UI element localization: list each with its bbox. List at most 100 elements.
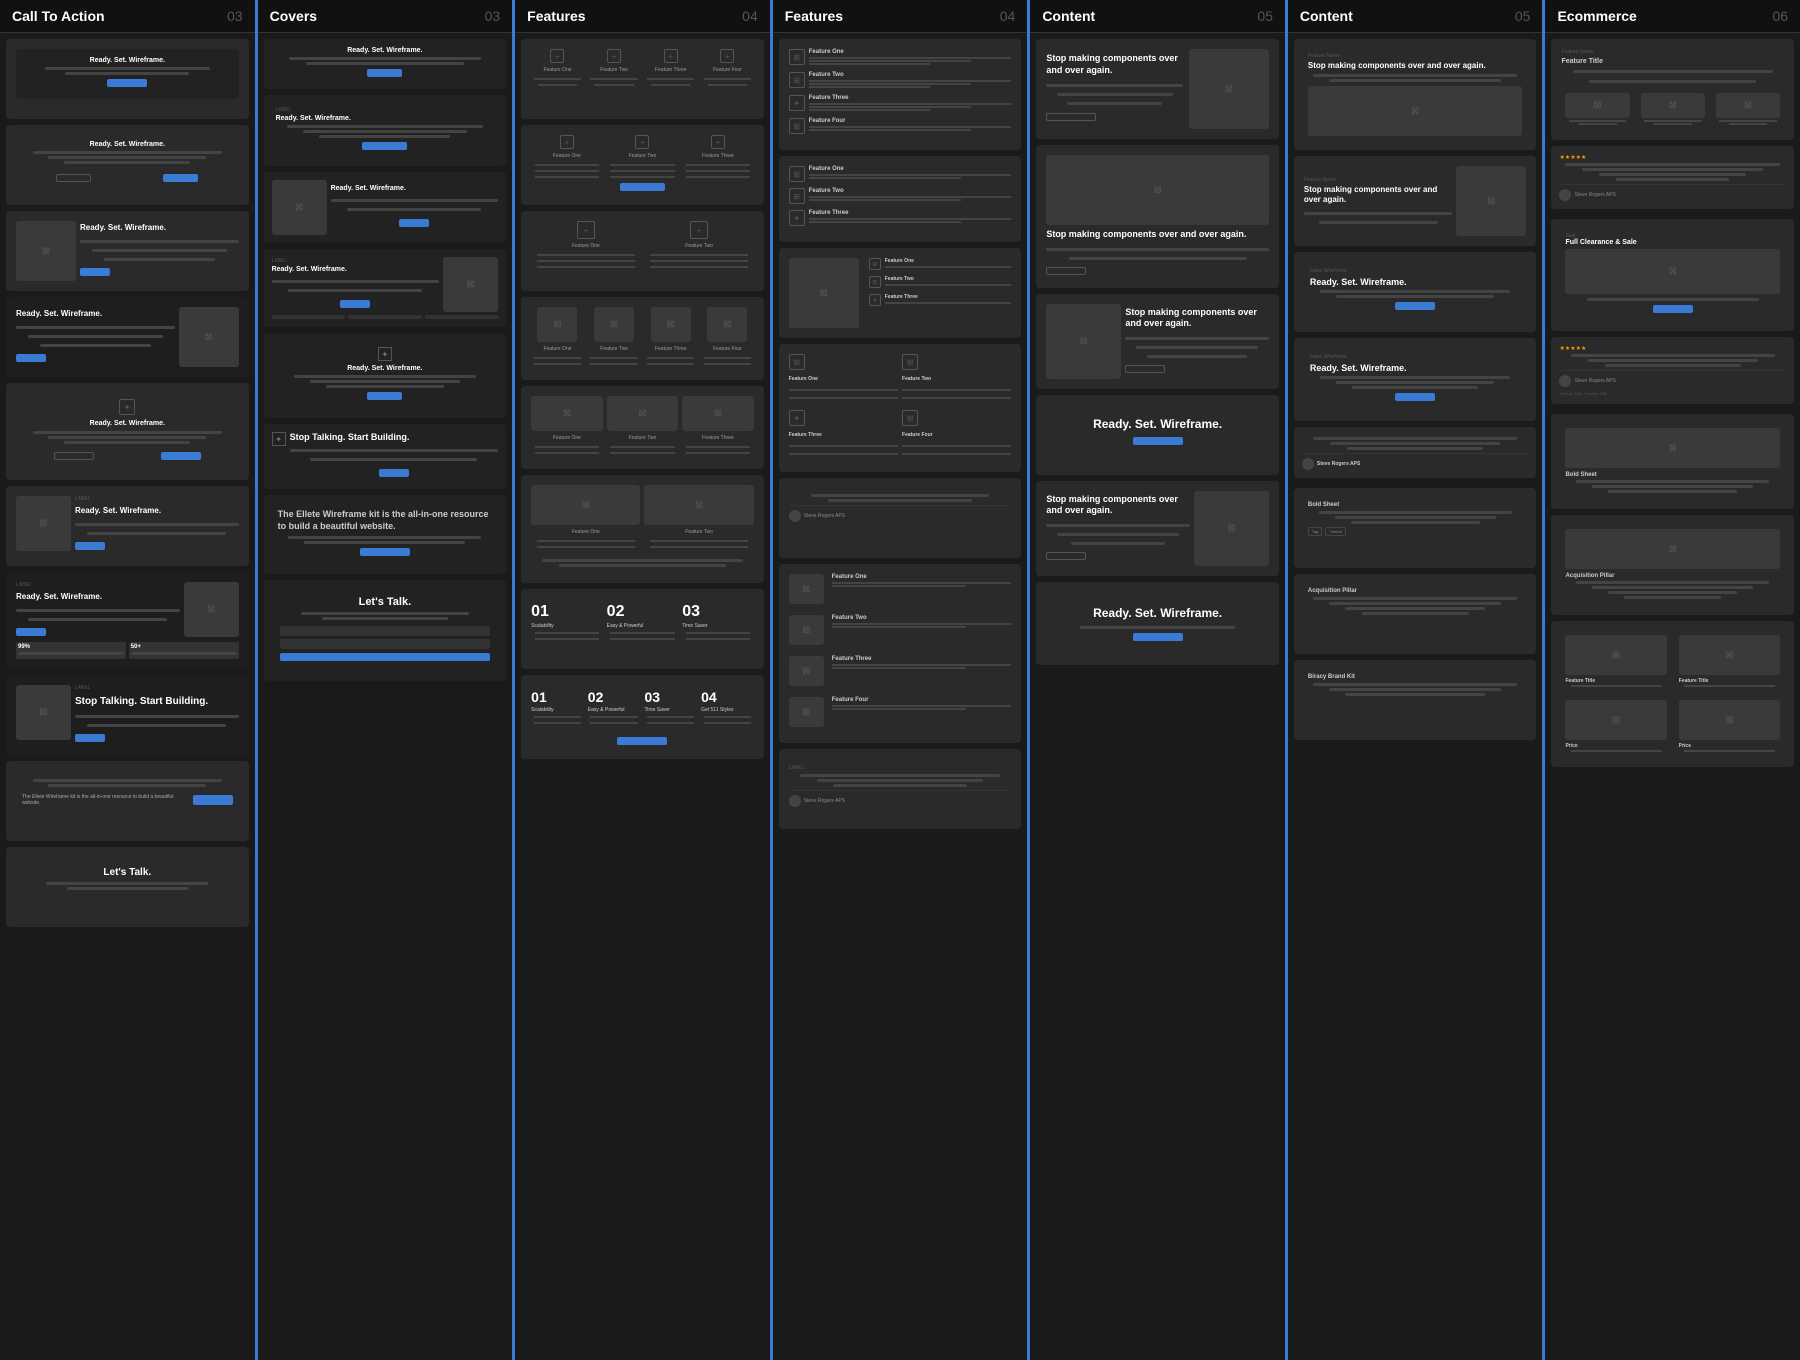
feat-large-desc-4b [832,708,967,710]
content2-btn-3[interactable] [1395,302,1435,310]
cover-8-input-1[interactable] [280,626,491,636]
feat-list-content-1: Feature One [809,49,1012,66]
cta-btn-6[interactable] [75,542,105,550]
feat-large-img-1 [789,574,824,604]
cover-4-image [443,257,498,312]
ecomm-grid-img-3 [1565,700,1666,740]
cta-btn-3[interactable] [80,268,110,276]
cta-elite-btn[interactable] [193,795,233,805]
cta-outline-5[interactable] [54,452,94,460]
cover-5-text-c [326,385,444,388]
cover-2-btn[interactable] [362,142,407,150]
feat-img-list-icon-3: ✦ [869,294,881,306]
cover-6-text: Stop Talking. Start Building. [290,432,499,481]
ecomm-prod-img-2 [1641,93,1705,118]
features-card-5: Feature One Feature Two Feature Three [521,386,764,469]
cover-4-line-b [288,289,422,292]
feat-img-1 [537,307,577,342]
feat-list-content-3: Feature Three [809,95,1012,112]
feat-icon-2 [607,49,621,63]
cover-6-btn[interactable] [379,469,409,477]
content-card-2-row: Stop making components over and over aga… [1046,229,1269,278]
feat-2col-desc-2a [902,389,1011,391]
features-card-2-btn[interactable] [620,183,665,191]
ecomm-sale-btn[interactable] [1653,305,1693,313]
cover-7-btn[interactable] [360,548,410,556]
num4-text-1a [534,716,581,718]
feat-3a-text-2c [610,176,674,178]
content2-card-2: Feature Name Stop making components over… [1294,156,1537,246]
feat-large-desc-3a [832,664,1012,666]
content-cta-title: Ready. Set. Wireframe. [1054,417,1261,431]
cta-desc-5b [48,436,206,439]
ecomm-bold-img [1565,428,1780,468]
cover-5-btn[interactable] [367,392,402,400]
cover-4-btn[interactable] [340,300,370,308]
cover-4-tag: LABEL [272,258,440,264]
ecomm-bold-text-c [1608,490,1737,493]
feat-list2-desc-1b [809,177,961,179]
cover-8-submit[interactable] [280,653,491,661]
feat-img-3 [651,307,691,342]
cta-elite-text-a [33,779,223,782]
ecomm-review-label-2: Feature Title [1585,391,1607,396]
cta-solid-5[interactable] [161,452,201,460]
ecomm-review-divider-2 [1559,370,1786,371]
content-btn-3[interactable] [1125,365,1165,373]
cover-3-text: Ready. Set. Wireframe. [331,180,499,235]
num4-text-4b [704,722,751,724]
cta-outline-btn[interactable] [56,174,91,182]
cover-3-line-a [331,199,499,202]
feat-list-icon-2: ⊞ [789,72,805,88]
cta-buttons-2 [22,170,233,186]
content-cta-inner: Ready. Set. Wireframe. [1046,405,1269,457]
content-btn-1[interactable] [1046,113,1096,121]
feat-list-icon-4: ⊞ [789,118,805,134]
feat-list2-item-2: ⊞ Feature Two [789,188,1012,204]
feat-2col-icon-4: ⊞ [902,410,918,426]
cta-btn-4[interactable] [16,354,46,362]
feat-large-desc-2b [832,626,967,628]
feat-text-1a [534,78,581,80]
content2-acquisition: Acquisition Pillar [1294,574,1537,654]
ecomm-sale-title: Full Clearance & Sale [1565,239,1780,246]
feat-list-card-2: ⊞ Feature One ⊞ Feature Two [779,156,1022,242]
content2-btn-4[interactable] [1395,393,1435,401]
ecomm-grid-prod-1: Feature Title [1561,631,1670,692]
content2-text-4a [1320,376,1510,379]
cover-3-btn[interactable] [399,219,429,227]
feat-list-card-1: ⊞ Feature One ⊞ Feature Two [779,39,1022,150]
content-heading-5: Stop making components over and over aga… [1046,494,1190,517]
features-nums-btn[interactable] [617,737,667,745]
feat-label-4: Feature Four [713,67,742,73]
feat-2col-icon-2: ⊞ [902,354,918,370]
cover-8-input-2[interactable] [280,639,491,649]
ecomm-bold-name: Bold Sheet [1565,472,1780,478]
cover-1-title: Ready. Set. Wireframe. [272,47,499,54]
ecomm-stars-2: ★★★★★ [1559,345,1786,352]
cta-btn-7[interactable] [16,628,46,636]
cta-btn-8[interactable] [75,734,105,742]
content2-acq-text-b [1329,602,1501,605]
cover-1-btn[interactable] [367,69,402,77]
feat-list-desc-2a [809,80,1012,82]
col-content-features-2: ⊞ Feature One ⊞ Feature Two [773,33,1028,835]
features-img-grid-2: Feature One Feature Two [531,485,754,549]
cover-8: Let's Talk. [264,580,507,681]
content-final-btn[interactable] [1133,633,1183,641]
cta-solid-btn[interactable] [163,174,198,182]
num4-title-4: Get 511 Styles [701,707,754,713]
content-btn-2[interactable] [1046,267,1086,275]
cta-btn-1[interactable] [107,79,147,87]
cta-card-2: Ready. Set. Wireframe. [6,125,249,205]
feat-3b-text-2a [610,446,674,448]
feat-img-label-4: Feature Four [713,346,742,352]
features-grid-4: Feature One Feature Two Feature Three [531,49,754,87]
features-card-2: Feature One Feature Two Feat [521,125,764,205]
content-cta-btn[interactable] [1133,437,1183,445]
feat-list-desc-2b [809,83,971,85]
content2-img-1 [1308,86,1523,136]
ecomm-acq-name: Acquisition Pillar [1565,573,1780,579]
content-btn-5[interactable] [1046,552,1086,560]
col-title-content-2: Content [1300,8,1353,24]
